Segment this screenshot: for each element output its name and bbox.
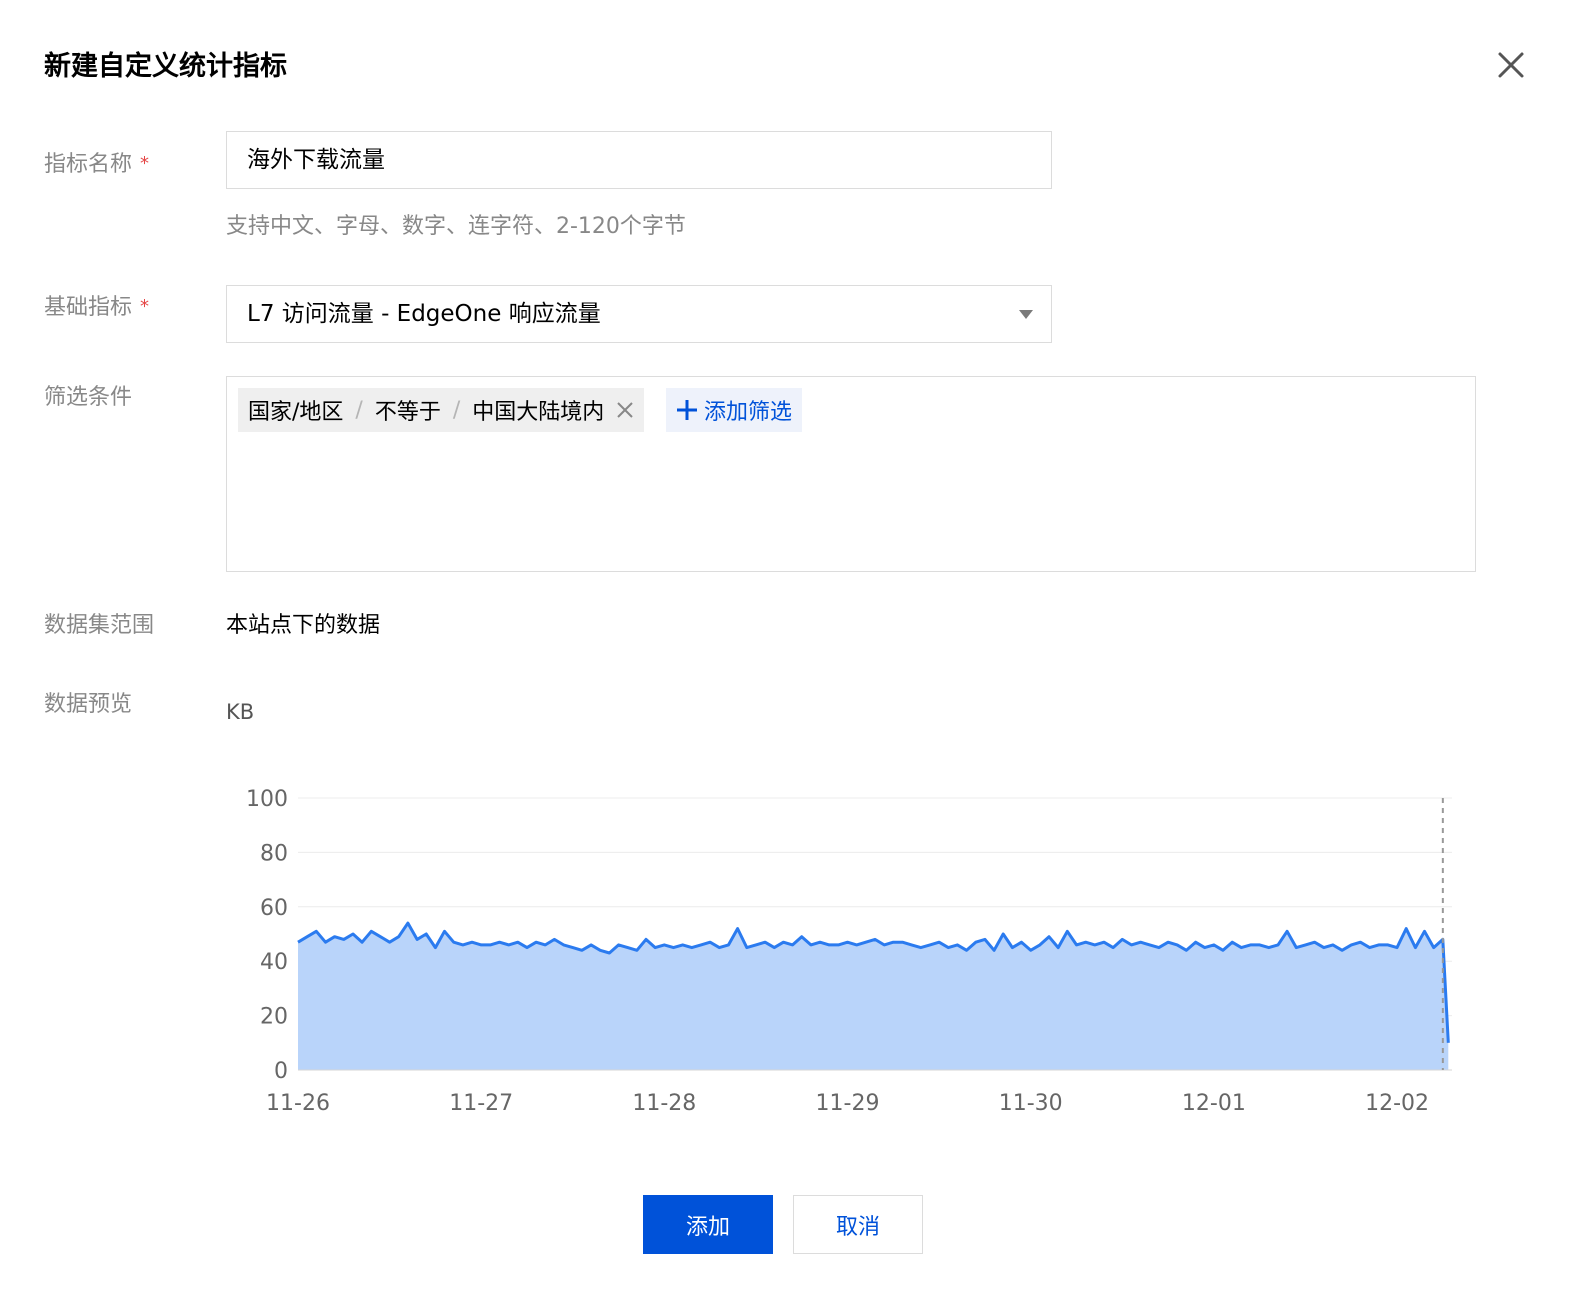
metric-name-label: 指标名称 *: [44, 152, 150, 177]
filter-separator: /: [355, 397, 363, 423]
y-tick-label: 80: [260, 841, 288, 866]
scope-label: 数据集范围: [44, 613, 155, 638]
filter-box[interactable]: 国家/地区 / 不等于 / 中国大陆境内 添加筛选: [226, 376, 1476, 572]
y-tick-label: 40: [260, 950, 288, 975]
custom-metric-dialog: 新建自定义统计指标 指标名称 * 海外下载流量 支持中文、字母、数字、连字符、2-…: [0, 0, 1590, 1310]
x-tick-label: 11-30: [999, 1091, 1063, 1116]
filters-label: 筛选条件: [44, 385, 133, 410]
filter-operator: 不等于: [374, 400, 441, 425]
filter-separator: /: [452, 397, 461, 423]
filter-field: 国家/地区: [248, 400, 344, 425]
y-tick-label: 20: [260, 1005, 288, 1030]
add-button[interactable]: 添加: [643, 1195, 773, 1254]
add-filter-button[interactable]: 添加筛选: [666, 388, 803, 432]
caret-down-icon: [1019, 310, 1033, 319]
y-tick-label: 0: [274, 1059, 288, 1084]
plus-icon: [677, 400, 697, 420]
required-mark: *: [140, 153, 150, 174]
x-tick-label: 12-02: [1365, 1091, 1429, 1116]
chart-unit-label: KB: [226, 700, 255, 724]
metric-name-hint: 支持中文、字母、数字、连字符、2-120个字节: [226, 214, 686, 239]
cancel-button[interactable]: 取消: [793, 1195, 923, 1254]
add-filter-label: 添加筛选: [704, 400, 793, 425]
base-metric-value: L7 访问流量 - EdgeOne 响应流量: [247, 301, 601, 327]
y-tick-label: 100: [246, 787, 288, 812]
remove-filter-icon[interactable]: [616, 401, 634, 419]
close-icon[interactable]: [1494, 48, 1528, 82]
filter-tag: 国家/地区 / 不等于 / 中国大陆境内: [238, 388, 645, 432]
filter-value: 中国大陆境内: [472, 400, 605, 425]
metric-name-input[interactable]: 海外下载流量: [226, 131, 1052, 189]
x-tick-label: 11-28: [632, 1091, 696, 1116]
y-tick-label: 60: [260, 896, 288, 921]
metric-name-value: 海外下载流量: [247, 147, 385, 173]
scope-value: 本站点下的数据: [226, 613, 381, 638]
required-mark: *: [140, 296, 150, 317]
base-metric-label: 基础指标 *: [44, 295, 150, 320]
base-metric-select[interactable]: L7 访问流量 - EdgeOne 响应流量: [226, 285, 1052, 343]
x-tick-label: 11-29: [816, 1091, 880, 1116]
dialog-title: 新建自定义统计指标: [44, 51, 287, 82]
preview-chart: 0 20 40 60 80 100 11-26 11-27 11-28 11-29 11-30 12-…: [246, 787, 1452, 1116]
x-tick-label: 11-26: [266, 1091, 330, 1116]
preview-label: 数据预览: [44, 692, 133, 717]
x-tick-label: 11-27: [449, 1091, 513, 1116]
x-tick-label: 12-01: [1182, 1091, 1246, 1116]
